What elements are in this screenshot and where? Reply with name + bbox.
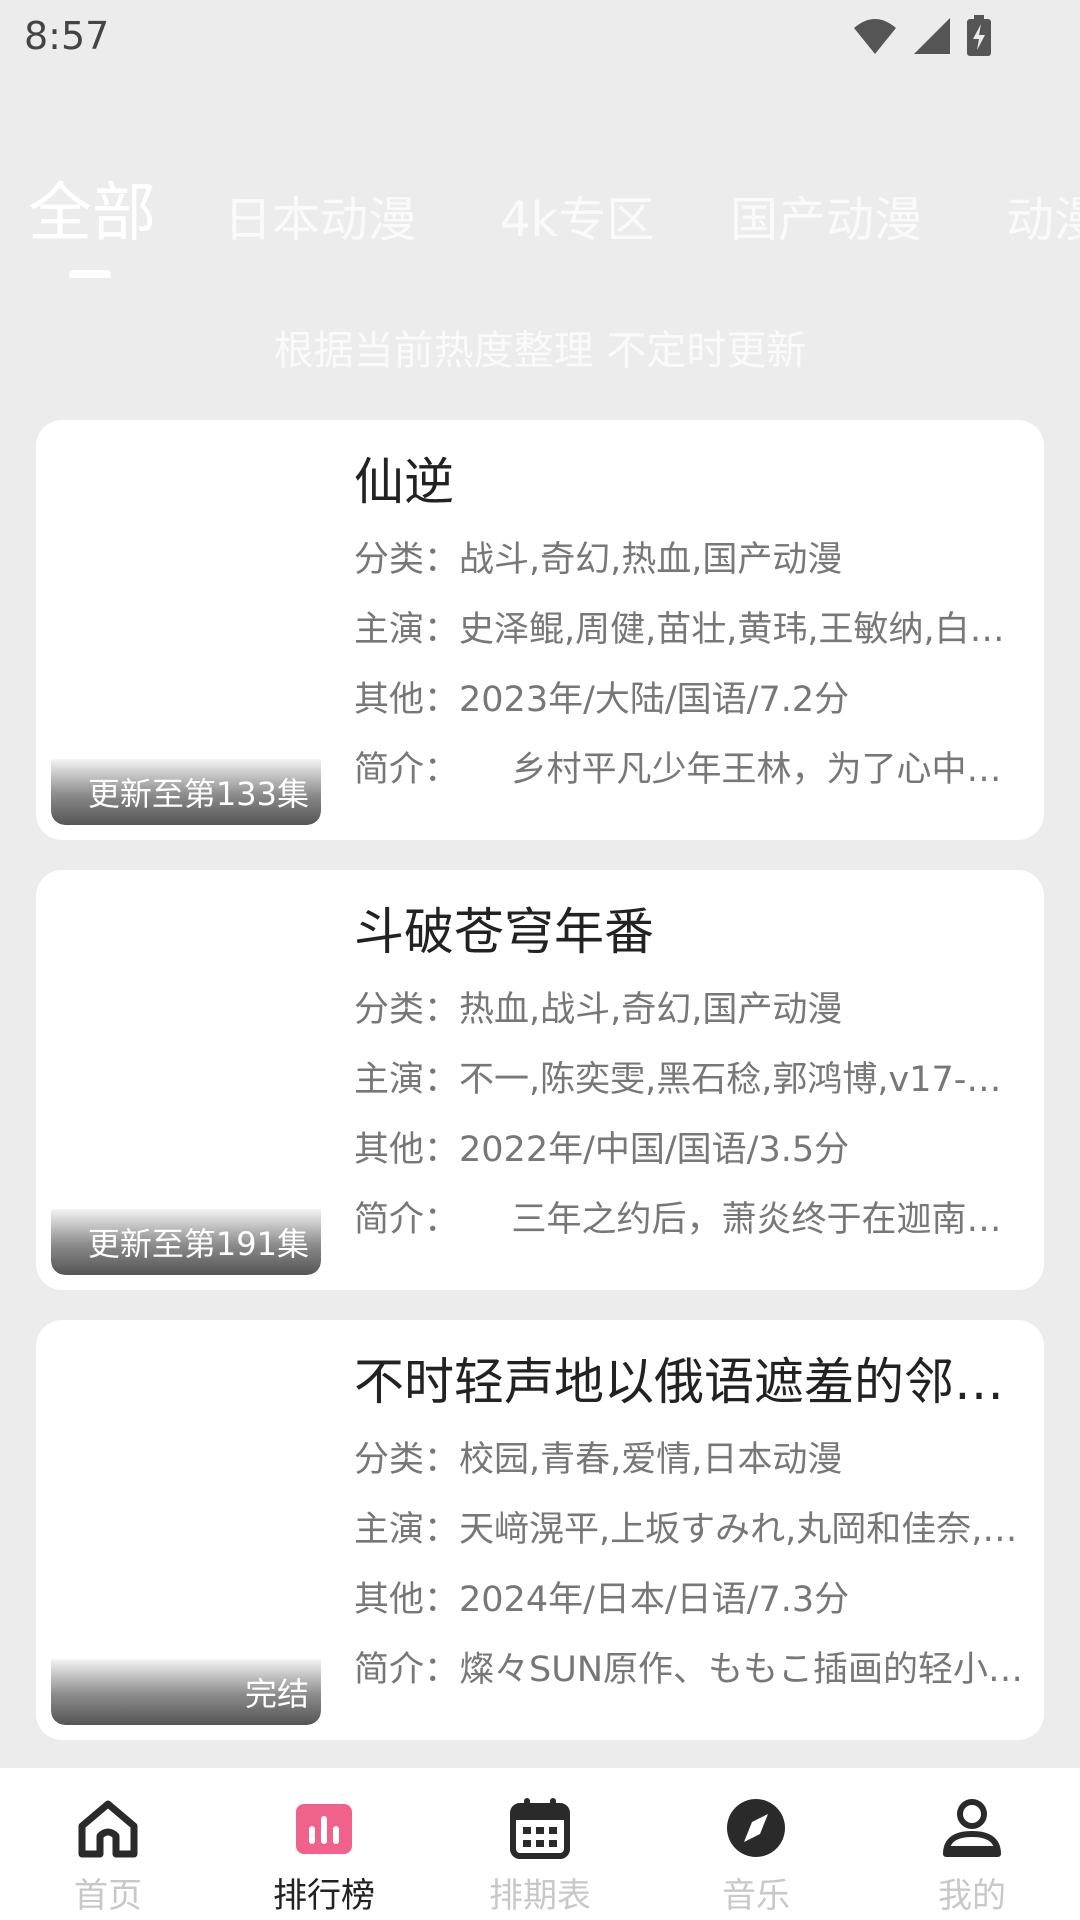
cast-value: 天﨑滉平,上坂すみれ,丸岡和佳奈,… [459,1510,1018,1550]
home-icon [78,1800,138,1858]
other-value: 2023年/大陆/国语/7.2分 [459,680,850,720]
cast-value: 不一,陈奕雯,黑石稔,郭鸿博,v17-富… [459,1060,1024,1100]
compass-icon [727,1799,785,1857]
category-value: 热血,战斗,奇幻,国产动漫 [459,990,843,1030]
nav-home-label: 首页 [74,1876,142,1916]
intro-label: 简介： [354,1650,460,1690]
ranking-icon [296,1804,352,1854]
tab-domestic-anime[interactable]: 国产动漫 [730,178,922,262]
other-label: 其他： [354,680,460,720]
cast-row: 主演：天﨑滉平,上坂すみれ,丸岡和佳奈,… [354,1498,1024,1562]
other-value: 2022年/中国/国语/3.5分 [459,1130,850,1170]
intro-value: 乡村平凡少年王林，为了心中… [441,750,1002,790]
intro-row: 简介： 三年之约后，萧炎终于在迦南… [354,1188,1024,1252]
ranking-card[interactable]: 完结 不时轻声地以俄语遮羞的邻座… 分类：校园,青春,爱情,日本动漫 主演：天﨑… [36,1320,1044,1740]
nav-ranking-label: 排行榜 [273,1876,375,1916]
profile-icon [943,1799,1001,1857]
poster-image[interactable]: 完结 [51,1335,321,1725]
cast-row: 主演：不一,陈奕雯,黑石稔,郭鸿博,v17-富… [354,1048,1024,1112]
tab-all[interactable]: 全部 [28,178,156,256]
other-row: 其他：2024年/日本/日语/7.3分 [354,1568,1024,1632]
intro-label: 简介： [354,1200,442,1240]
intro-row: 简介： 乡村平凡少年王林，为了心中… [354,738,1024,802]
nav-ranking[interactable]: 排行榜 [216,1768,432,1920]
category-label: 分类： [354,540,460,580]
other-label: 其他： [354,1130,460,1170]
card-info: 不时轻声地以俄语遮羞的邻座… 分类：校园,青春,爱情,日本动漫 主演：天﨑滉平,… [354,1350,1034,1702]
category-value: 校园,青春,爱情,日本动漫 [459,1440,843,1480]
cast-label: 主演： [354,1510,460,1550]
status-bar: 8:57 [0,0,1080,72]
tab-japanese-anime[interactable]: 日本动漫 [224,178,416,262]
other-value: 2024年/日本/日语/7.3分 [459,1580,850,1620]
poster-image[interactable]: 更新至第191集 [51,885,321,1275]
signal-icon [914,18,950,54]
ranking-subtitle: 根据当前热度整理 不定时更新 [273,328,807,374]
battery-icon [967,15,991,56]
cast-label: 主演： [354,610,460,650]
status-icons [852,15,992,57]
nav-music-label: 音乐 [722,1876,790,1916]
category-row: 分类：热血,战斗,奇幻,国产动漫 [354,978,1024,1042]
card-info: 仙逆 分类：战斗,奇幻,热血,国产动漫 主演：史泽鲲,周健,苗壮,黄玮,王敏纳,… [354,450,1034,802]
card-info: 斗破苍穹年番 分类：热血,战斗,奇幻,国产动漫 主演：不一,陈奕雯,黑石稔,郭鸿… [354,900,1034,1252]
cast-row: 主演：史泽鲲,周健,苗壮,黄玮,王敏纳,白雪… [354,598,1024,662]
category-value: 战斗,奇幻,热血,国产动漫 [459,540,843,580]
ranking-card[interactable]: 更新至第133集 仙逆 分类：战斗,奇幻,热血,国产动漫 主演：史泽鲲,周健,苗… [36,420,1044,840]
tab-4k[interactable]: 4k专区 [500,178,654,262]
nav-profile-label: 我的 [938,1876,1006,1916]
tab-indicator [69,270,111,278]
intro-value: 燦々SUN原作、ももこ插画的轻小… [459,1650,1024,1690]
calendar-icon [510,1798,570,1859]
intro-label: 简介： [354,750,442,790]
episode-badge: 完结 [51,1659,321,1725]
tab-anime[interactable]: 动漫 [1006,178,1080,262]
category-row: 分类：战斗,奇幻,热血,国产动漫 [354,528,1024,592]
poster-image[interactable]: 更新至第133集 [51,435,321,825]
wifi-icon [854,19,896,54]
nav-profile[interactable]: 我的 [864,1768,1080,1920]
category-tabs: 全部 日本动漫 4k专区 国产动漫 动漫 [0,178,1080,278]
nav-schedule-label: 排期表 [489,1876,591,1916]
bottom-nav: 首页 排行榜 排期表 音乐 我的 [0,1768,1080,1920]
category-label: 分类： [354,990,460,1030]
cast-label: 主演： [354,1060,460,1100]
intro-value: 三年之约后，萧炎终于在迦南… [441,1200,1002,1240]
anime-title: 斗破苍穹年番 [354,903,654,961]
nav-home[interactable]: 首页 [0,1768,216,1920]
cast-value: 史泽鲲,周健,苗壮,黄玮,王敏纳,白雪… [459,610,1024,650]
category-row: 分类：校园,青春,爱情,日本动漫 [354,1428,1024,1492]
intro-row: 简介：燦々SUN原作、ももこ插画的轻小… [354,1638,1024,1702]
anime-title: 不时轻声地以俄语遮羞的邻座… [354,1353,1014,1411]
anime-title: 仙逆 [354,453,454,511]
other-row: 其他：2023年/大陆/国语/7.2分 [354,668,1024,732]
nav-music[interactable]: 音乐 [648,1768,864,1920]
other-row: 其他：2022年/中国/国语/3.5分 [354,1118,1024,1182]
nav-schedule[interactable]: 排期表 [432,1768,648,1920]
category-label: 分类： [354,1440,460,1480]
ranking-card[interactable]: 更新至第191集 斗破苍穹年番 分类：热血,战斗,奇幻,国产动漫 主演：不一,陈… [36,870,1044,1290]
episode-badge: 更新至第133集 [51,759,321,825]
status-time: 8:57 [24,14,110,58]
episode-badge: 更新至第191集 [51,1209,321,1275]
other-label: 其他： [354,1580,460,1620]
